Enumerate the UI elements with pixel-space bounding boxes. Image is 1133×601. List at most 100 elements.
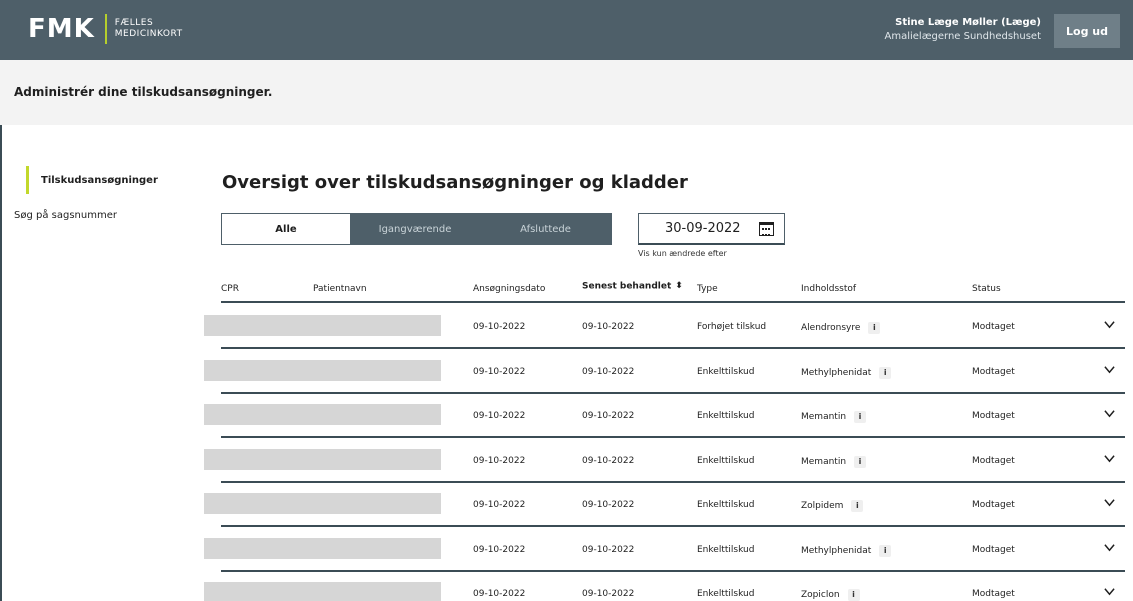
cell-application-date: 09-10-2022: [473, 455, 526, 466]
substance-name: Alendronsyre: [801, 323, 861, 333]
table-row[interactable]: 09-10-2022 09-10-2022 Forhøjet tilskud Alen…: [0, 303, 1133, 349]
chevron-down-icon[interactable]: [1104, 497, 1115, 508]
cell-type: Enkelttilskud: [697, 455, 755, 466]
cell-substance: Memantin i: [801, 455, 867, 468]
logo-line-2: MEDICINKORT: [114, 29, 183, 39]
table-row[interactable]: 09-10-2022 09-10-2022 Enkelttilskud Methylp…: [0, 526, 1133, 572]
logo-mark: FMK: [28, 14, 95, 44]
redacted-patient-info: [204, 359, 441, 381]
substance-name: Methylphenidat: [801, 545, 872, 556]
substance-name: Methylphenidat: [801, 367, 872, 378]
column-header-patient-name: Patientnavn: [313, 284, 367, 294]
cell-type: Enkelttilskud: [697, 544, 755, 555]
substance-name: Memantin: [801, 456, 847, 467]
cell-status: Modtaget: [972, 544, 1015, 555]
table-row[interactable]: 09-10-2022 09-10-2022 Enkelttilskud Methylp…: [0, 348, 1133, 394]
cell-type: Enkelttilskud: [697, 500, 755, 510]
chevron-down-icon[interactable]: [1104, 542, 1115, 553]
info-icon[interactable]: i: [868, 322, 881, 334]
table-row[interactable]: 09-10-2022 09-10-2022 Enkelttilskud Zolpide…: [0, 481, 1133, 527]
table-row[interactable]: 09-10-2022 09-10-2022 Enkelttilskud Memanti…: [0, 392, 1133, 438]
chevron-down-icon[interactable]: [1104, 364, 1115, 375]
logo-line-1: FÆLLES: [114, 18, 154, 28]
redacted-patient-info: [204, 315, 441, 336]
cell-application-date: 09-10-2022: [473, 322, 526, 332]
cell-last-handled: 09-10-2022: [582, 411, 635, 421]
column-header-last-handled-label: Senest behandlet: [582, 281, 672, 292]
cell-type: Enkelttilskud: [697, 411, 755, 421]
app-header: FMK FÆLLES MEDICINKORT Stine Læge Møller…: [0, 0, 1133, 60]
page-title: Oversigt over tilskudsansøgninger og kla…: [222, 172, 688, 193]
column-header-application-date: Ansøgningsdato: [473, 284, 546, 294]
logo-text: FÆLLES MEDICINKORT: [115, 18, 183, 40]
cell-status: Modtaget: [972, 455, 1015, 466]
banner-title: Administrér dine tilskudsansøgninger.: [14, 85, 273, 99]
cell-application-date: 09-10-2022: [473, 411, 526, 421]
page-banner: Administrér dine tilskudsansøgninger.: [0, 60, 1133, 125]
cell-last-handled: 09-10-2022: [582, 589, 635, 599]
logo-divider: [104, 14, 107, 44]
filter-ongoing-button[interactable]: Igangværende: [351, 213, 479, 245]
redacted-patient-info: [204, 448, 441, 470]
column-header-type: Type: [697, 284, 718, 294]
fmk-logo[interactable]: FMK FÆLLES MEDICINKORT: [28, 14, 183, 44]
cell-status: Modtaget: [972, 589, 1015, 599]
info-icon[interactable]: i: [847, 589, 860, 601]
user-organisation: Amalielægerne Sundhedshuset: [884, 31, 1042, 42]
cell-substance: Methylphenidat i: [801, 366, 892, 379]
cell-application-date: 09-10-2022: [473, 366, 526, 377]
cell-status: Modtaget: [972, 500, 1015, 510]
date-filter-input[interactable]: 30-09-2022: [638, 213, 785, 245]
cell-substance: Methylphenidat i: [801, 544, 892, 557]
cell-substance: Memantin i: [801, 411, 867, 423]
info-icon[interactable]: i: [879, 366, 892, 379]
cell-last-handled: 09-10-2022: [582, 455, 635, 466]
cell-type: Enkelttilskud: [697, 366, 755, 377]
cell-substance: Alendronsyre i: [801, 322, 881, 334]
column-header-last-handled[interactable]: Senest behandlet ⬍: [582, 281, 683, 292]
table-row[interactable]: 09-10-2022 09-10-2022 Enkelttilskud Memanti…: [0, 437, 1133, 483]
date-filter-help: Vis kun ændrede efter: [638, 249, 727, 258]
column-header-status: Status: [972, 284, 1001, 294]
redacted-patient-info: [204, 582, 441, 601]
table-row[interactable]: 09-10-2022 09-10-2022 Enkelttilskud Zopiclo…: [0, 570, 1133, 601]
filter-all-button[interactable]: Alle: [221, 213, 351, 245]
user-name: Stine Læge Møller (Læge): [895, 17, 1041, 28]
substance-name: Zopiclon: [801, 590, 840, 600]
chevron-down-icon[interactable]: [1104, 319, 1115, 330]
cell-application-date: 09-10-2022: [473, 500, 526, 510]
substance-name: Zolpidem: [801, 501, 844, 511]
info-icon[interactable]: i: [879, 544, 892, 557]
redacted-patient-info: [204, 493, 441, 514]
sidebar-item-sog-pa-sagsnummer[interactable]: Søg på sagsnummer: [14, 210, 117, 221]
user-info: Stine Læge Møller (Læge) Amalielægerne S…: [885, 16, 1042, 44]
info-icon[interactable]: i: [854, 411, 867, 423]
redacted-patient-info: [204, 537, 441, 559]
filter-done-button[interactable]: Afsluttede: [479, 213, 612, 245]
cell-last-handled: 09-10-2022: [582, 366, 635, 377]
cell-type: Enkelttilskud: [697, 589, 755, 599]
cell-status: Modtaget: [972, 366, 1015, 377]
cell-type: Forhøjet tilskud: [697, 322, 767, 332]
info-icon[interactable]: i: [854, 455, 867, 468]
column-header-substance: Indholdsstof: [801, 284, 857, 294]
sort-icon[interactable]: ⬍: [675, 281, 683, 291]
date-filter-value: 30-09-2022: [665, 221, 741, 236]
chevron-down-icon[interactable]: [1104, 453, 1115, 464]
sidebar-item-tilskudsansogninger[interactable]: Tilskudsansøgninger: [26, 166, 158, 194]
cell-application-date: 09-10-2022: [473, 544, 526, 555]
cell-last-handled: 09-10-2022: [582, 500, 635, 510]
chevron-down-icon[interactable]: [1104, 408, 1115, 419]
chevron-down-icon[interactable]: [1104, 586, 1115, 597]
cell-status: Modtaget: [972, 322, 1015, 332]
calendar-icon[interactable]: [759, 222, 774, 236]
redacted-patient-info: [204, 404, 441, 425]
cell-substance: Zopiclon i: [801, 589, 860, 601]
cell-status: Modtaget: [972, 411, 1015, 421]
cell-last-handled: 09-10-2022: [582, 322, 635, 332]
logout-button[interactable]: Log ud: [1054, 14, 1120, 48]
substance-name: Memantin: [801, 412, 847, 422]
column-header-cpr: CPR: [221, 284, 239, 294]
cell-last-handled: 09-10-2022: [582, 544, 635, 555]
info-icon[interactable]: i: [851, 500, 864, 512]
